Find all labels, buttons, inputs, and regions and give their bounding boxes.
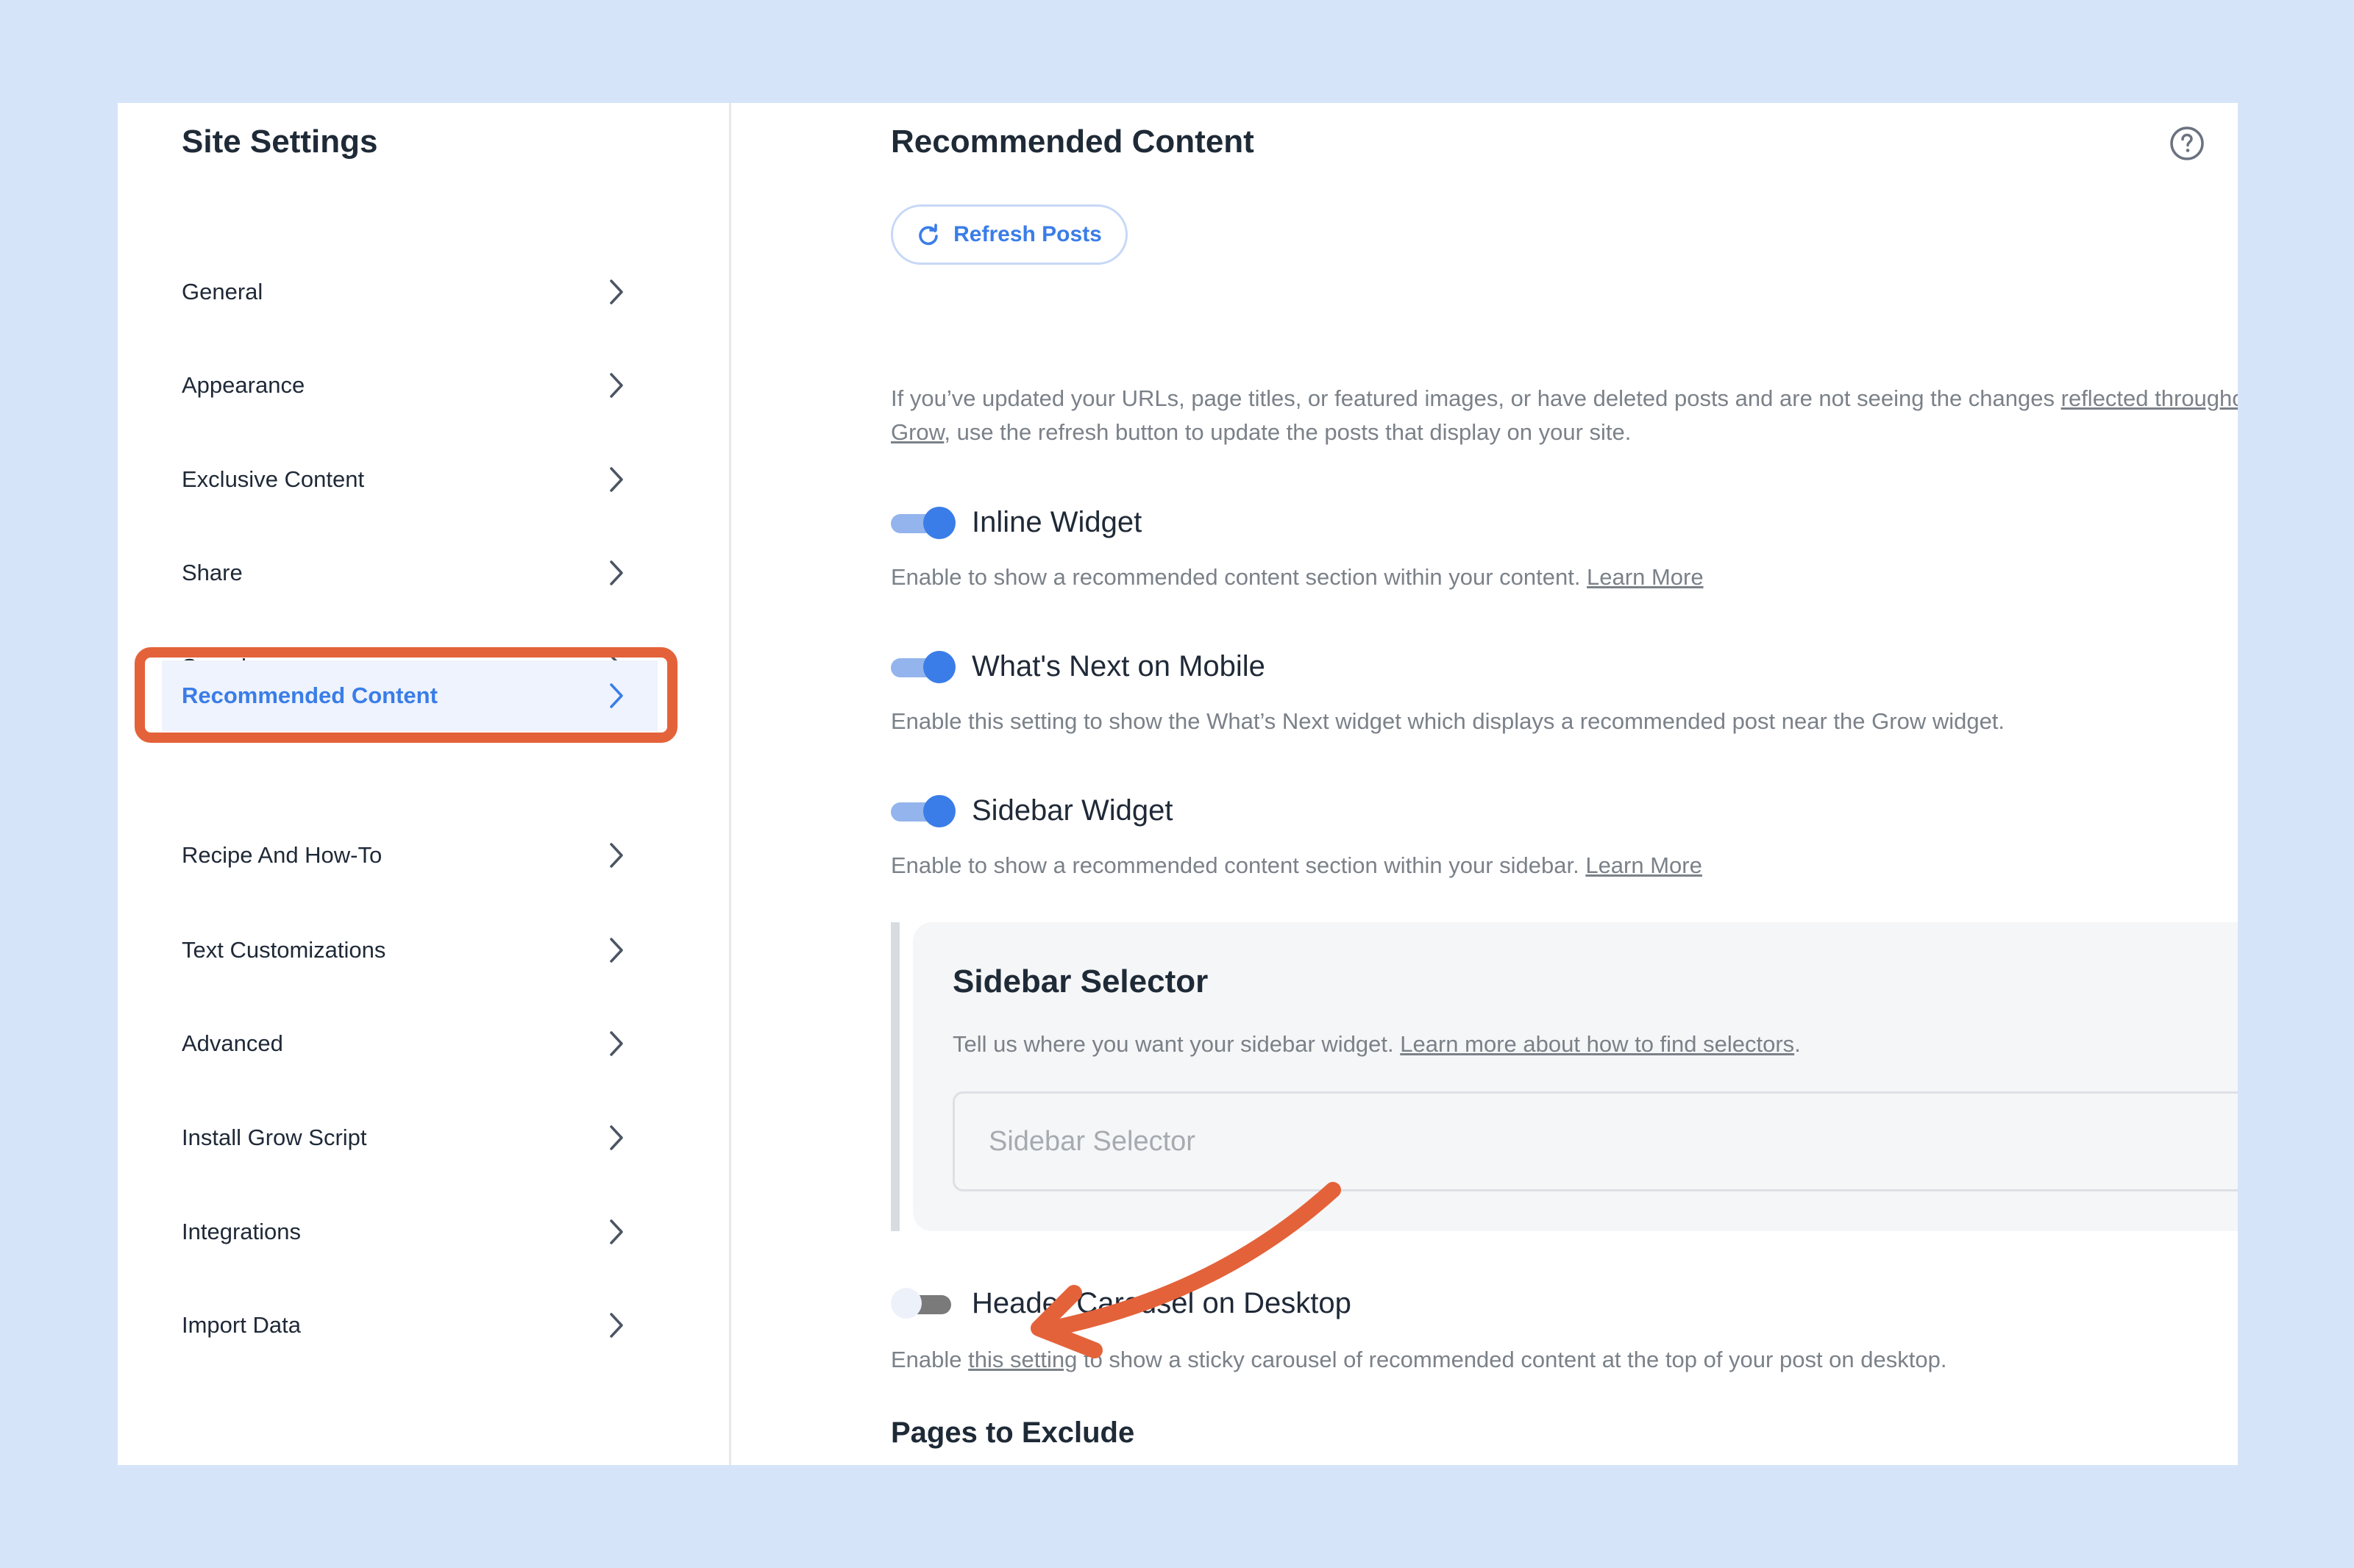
chevron-right-icon (610, 1125, 623, 1150)
whats-next-mobile-toggle[interactable] (891, 650, 956, 683)
pages-to-exclude-title: Pages to Exclude (891, 1416, 1135, 1449)
refresh-posts-button[interactable]: Refresh Posts (891, 204, 1128, 265)
sidebar-selector-box: Sidebar Selector Tell us where you want … (913, 922, 2238, 1231)
refresh-icon (919, 224, 938, 246)
chevron-right-icon (610, 560, 623, 585)
chevron-right-icon (610, 1313, 623, 1338)
sidebar-item-text-customizations[interactable]: Text Customizations (150, 909, 665, 991)
sidebar-item-integrations[interactable]: Integrations (150, 1191, 665, 1273)
chevron-right-icon (610, 279, 623, 304)
inline-widget-label: Inline Widget (972, 506, 1142, 538)
header-carousel-description: Enable this setting to show a sticky car… (891, 1343, 1946, 1377)
refresh-description-text: If you’ve updated your URLs, page titles… (891, 385, 2061, 411)
sidebar-title: Site Settings (182, 124, 378, 160)
inline-widget-toggle[interactable] (891, 506, 956, 539)
sidebar-widget-desc-text: Enable to show a recommended content sec… (891, 852, 1586, 878)
sidebar-item-install-grow-script[interactable]: Install Grow Script (150, 1097, 665, 1179)
chevron-right-icon (610, 843, 623, 868)
header-carousel-toggle[interactable] (891, 1287, 956, 1320)
header-carousel-setting: Header Carousel on Desktop (891, 1287, 1351, 1320)
chevron-right-icon (610, 938, 623, 963)
inline-widget-description: Enable to show a recommended content sec… (891, 560, 1704, 594)
sidebar-item-label: Share (182, 560, 243, 585)
page-title: Recommended Content (891, 124, 1254, 160)
refresh-description-suffix: , use the refresh button to update the p… (944, 419, 1632, 445)
sidebar-item-label: Integrations (182, 1219, 301, 1244)
sidebar-widget-label: Sidebar Widget (972, 794, 1173, 827)
sidebar-item-label: Text Customizations (182, 937, 386, 963)
main-content: Recommended Content Refresh Posts If you… (731, 103, 2238, 1465)
sidebar-item-label: Import Data (182, 1312, 301, 1338)
inline-widget-setting: Inline Widget (891, 506, 1142, 539)
question-circle-icon[interactable] (2169, 125, 2205, 162)
chevron-right-icon (610, 467, 623, 492)
sidebar-widget-setting: Sidebar Widget (891, 794, 1173, 827)
header-carousel-label: Header Carousel on Desktop (972, 1287, 1351, 1319)
header-carousel-desc-suffix: to show a sticky carousel of recommended… (1077, 1347, 1947, 1372)
settings-sidebar: Site Settings General Appearance Exclusi… (118, 103, 731, 1465)
sidebar-selector-desc-text: Tell us where you want your sidebar widg… (953, 1031, 1401, 1057)
refresh-posts-label: Refresh Posts (953, 222, 1102, 246)
whats-next-mobile-description: Enable this setting to show the What’s N… (891, 708, 2005, 734)
chevron-right-icon (610, 1219, 623, 1244)
sidebar-selector-description: Tell us where you want your sidebar widg… (953, 1031, 1801, 1058)
sidebar-item-general[interactable]: General (150, 251, 665, 333)
sidebar-item-label: Exclusive Content (182, 466, 365, 492)
highlight-annotation (135, 647, 678, 743)
this-setting-link[interactable]: this setting (968, 1347, 1077, 1372)
selector-indent-bar (891, 922, 900, 1231)
refresh-description: If you’ve updated your URLs, page titles… (891, 382, 2238, 449)
sidebar-item-exclusive-content[interactable]: Exclusive Content (150, 438, 665, 521)
sidebar-item-label: Recipe And How-To (182, 842, 383, 868)
inline-widget-learn-more-link[interactable]: Learn More (1587, 564, 1704, 590)
sidebar-item-import-data[interactable]: Import Data (150, 1284, 665, 1366)
chevron-right-icon (610, 373, 623, 398)
inline-widget-desc-text: Enable to show a recommended content sec… (891, 564, 1587, 590)
sidebar-item-label: Install Grow Script (182, 1125, 367, 1150)
settings-panel: Site Settings General Appearance Exclusi… (118, 103, 2238, 1465)
sidebar-widget-learn-more-link[interactable]: Learn More (1585, 852, 1702, 878)
sidebar-item-label: Advanced (182, 1030, 283, 1056)
sidebar-item-appearance[interactable]: Appearance (150, 344, 665, 427)
sidebar-item-label: General (182, 279, 263, 304)
sidebar-item-share[interactable]: Share (150, 532, 665, 614)
sidebar-selector-input[interactable] (953, 1091, 2238, 1191)
whats-next-mobile-setting: What's Next on Mobile (891, 650, 1265, 683)
sidebar-widget-description: Enable to show a recommended content sec… (891, 849, 1702, 883)
sidebar-item-label: Appearance (182, 372, 305, 398)
find-selectors-link[interactable]: Learn more about how to find selectors (1400, 1031, 1794, 1057)
sidebar-selector-card: Sidebar Selector Tell us where you want … (891, 922, 2238, 1231)
sidebar-selector-title: Sidebar Selector (953, 963, 1209, 999)
sidebar-item-advanced[interactable]: Advanced (150, 1002, 665, 1085)
header-carousel-desc-prefix: Enable (891, 1347, 969, 1372)
sidebar-selector-desc-end: . (1794, 1031, 1801, 1057)
sidebar-item-recipe-and-how-to[interactable]: Recipe And How-To (150, 814, 665, 897)
sidebar-widget-toggle[interactable] (891, 794, 956, 827)
whats-next-mobile-label: What's Next on Mobile (972, 650, 1265, 683)
chevron-right-icon (610, 1031, 623, 1056)
